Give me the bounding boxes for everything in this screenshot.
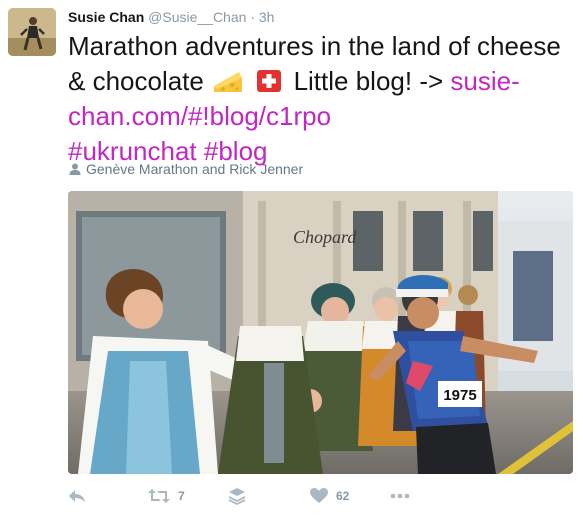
person-icon [68, 162, 82, 176]
author-handle[interactable]: @Susie__Chan [148, 9, 246, 25]
reply-button[interactable] [68, 484, 86, 508]
more-dots-icon [390, 493, 410, 499]
tagged-people-row[interactable]: Genève Marathon and Rick Jenner [68, 160, 573, 178]
cheese-wedge-emoji [213, 68, 243, 94]
author-name[interactable]: Susie Chan [68, 9, 144, 25]
more-button[interactable] [390, 484, 410, 508]
tweet-photo[interactable]: Chopard 1975 [68, 191, 573, 474]
swiss-flag-emoji [254, 68, 284, 94]
tweet-text-part2: Little blog! -> [286, 66, 451, 96]
retweet-icon [148, 488, 170, 504]
like-button[interactable]: 62 [310, 484, 349, 508]
tweet-header: Susie Chan @Susie__Chan · 3h [68, 8, 274, 26]
retweet-count: 7 [178, 489, 185, 503]
author-avatar[interactable] [8, 8, 56, 56]
stack-button[interactable] [228, 484, 246, 508]
runner-bib-number: 1975 [443, 387, 476, 404]
marathon-photo-illustration: Chopard 1975 [68, 191, 573, 474]
heart-icon [310, 488, 328, 504]
tweet-timestamp[interactable]: 3h [259, 9, 275, 25]
tweet-text: Marathon adventures in the land of chees… [68, 29, 573, 169]
shop-sign-text: Chopard [293, 227, 357, 247]
tweet-actions: 7 62 [68, 484, 573, 508]
like-count: 62 [336, 489, 350, 503]
retweet-button[interactable]: 7 [148, 484, 185, 508]
reply-icon [68, 488, 86, 504]
tagged-people-text: Genève Marathon and Rick Jenner [86, 161, 304, 177]
avatar-image [8, 8, 56, 56]
header-separator: · [250, 9, 255, 25]
stack-icon [228, 487, 246, 505]
